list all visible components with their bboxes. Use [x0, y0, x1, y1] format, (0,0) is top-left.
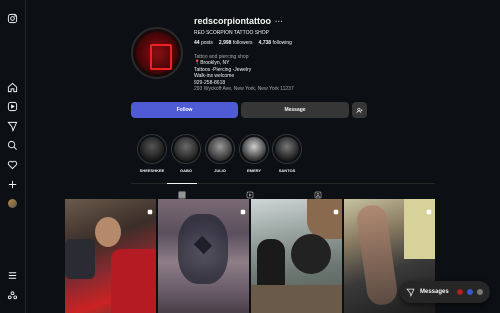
- reel-icon: [426, 202, 432, 215]
- photo-subject: [65, 239, 95, 279]
- active-tab-indicator: [167, 183, 197, 184]
- profile-username-row: redscorpiontattoo ···: [194, 16, 283, 26]
- photo-subject: [291, 234, 331, 274]
- reel-icon: [333, 202, 339, 215]
- highlight-label: EMERY: [246, 168, 262, 173]
- search-icon[interactable]: [6, 139, 19, 152]
- highlight-label: SHEESHKEE: [139, 168, 165, 173]
- post-thumbnail[interactable]: [65, 199, 156, 313]
- highlight-cover: [140, 137, 164, 161]
- photo-subject: [111, 249, 156, 313]
- profile-address[interactable]: 293 Wyckoff Ave, New York, New York 1123…: [194, 86, 294, 92]
- message-avatar: [466, 288, 474, 296]
- followers-count: 2,998: [218, 40, 232, 46]
- threads-icon[interactable]: [6, 289, 19, 302]
- post-thumbnail[interactable]: [251, 199, 342, 313]
- messages-bar[interactable]: Messages: [400, 281, 490, 303]
- profile-picture[interactable]: [131, 27, 183, 79]
- reels-tab-icon[interactable]: [246, 186, 254, 199]
- photo-subject: [95, 217, 121, 247]
- highlight-label: JULIO: [214, 168, 226, 173]
- more-options-icon[interactable]: ···: [275, 17, 283, 26]
- highlight-ring: [171, 134, 201, 164]
- post-thumbnail[interactable]: [158, 199, 249, 313]
- suggested-users-button[interactable]: [352, 102, 367, 118]
- highlight-ring: [239, 134, 269, 164]
- highlight-label: GABO: [180, 168, 192, 173]
- highlight-ring: [272, 134, 302, 164]
- posts-grid-icon[interactable]: [178, 186, 186, 199]
- story-highlight[interactable]: SHEESHKEE: [137, 134, 167, 173]
- profile-bio: Tattoo and piercing shop 📍Brooklyn, NY T…: [194, 54, 251, 86]
- notifications-icon[interactable]: [6, 158, 19, 171]
- message-avatar: [456, 288, 464, 296]
- highlight-label: SANTOS: [278, 168, 296, 173]
- highlight-cover: [242, 137, 266, 161]
- message-avatar: [476, 288, 484, 296]
- red-scorpion-logo: [136, 32, 178, 74]
- followers-stat[interactable]: 2,998 followers: [219, 40, 253, 46]
- highlight-ring: [137, 134, 167, 164]
- profile-avatar[interactable]: [6, 197, 19, 210]
- reel-icon: [240, 202, 246, 215]
- story-highlight[interactable]: EMERY: [239, 134, 269, 173]
- home-icon[interactable]: [6, 81, 19, 94]
- followers-label: followers: [232, 40, 253, 46]
- photo-subject: [257, 239, 285, 289]
- posts-label: posts: [200, 40, 213, 46]
- messages-label: Messages: [420, 289, 449, 295]
- posts-count: 44: [194, 40, 200, 46]
- posts-stat: 44 posts: [194, 40, 213, 46]
- create-icon[interactable]: [6, 178, 19, 191]
- tagged-tab-icon[interactable]: [314, 186, 322, 199]
- following-label: following: [272, 40, 292, 46]
- following-stat[interactable]: 4,738 following: [259, 40, 292, 46]
- highlight-cover: [275, 137, 299, 161]
- send-icon: [406, 288, 415, 297]
- menu-icon[interactable]: [6, 269, 19, 282]
- story-highlight[interactable]: JULIO: [205, 134, 235, 173]
- story-highlight[interactable]: SANTOS: [272, 134, 302, 173]
- message-button[interactable]: Message: [241, 102, 349, 118]
- instagram-icon[interactable]: [6, 12, 19, 25]
- add-user-icon: [356, 107, 363, 113]
- story-highlight[interactable]: GABO: [171, 134, 201, 173]
- explore-icon[interactable]: [6, 120, 19, 133]
- profile-full-name: RED SCORPION TATTOO SHOP: [194, 30, 269, 36]
- highlight-ring: [205, 134, 235, 164]
- highlight-cover: [208, 137, 232, 161]
- profile-username: redscorpiontattoo: [194, 16, 272, 26]
- following-count: 4,738: [258, 40, 272, 46]
- reels-icon[interactable]: [6, 100, 19, 113]
- photo-subject: [251, 285, 342, 313]
- photo-subject: [355, 203, 399, 307]
- highlight-cover: [174, 137, 198, 161]
- reel-icon: [147, 202, 153, 215]
- sidebar-nav: [0, 0, 26, 313]
- profile-stats: 44 posts 2,998 followers 4,738 following: [194, 40, 292, 46]
- follow-button[interactable]: Follow: [131, 102, 238, 118]
